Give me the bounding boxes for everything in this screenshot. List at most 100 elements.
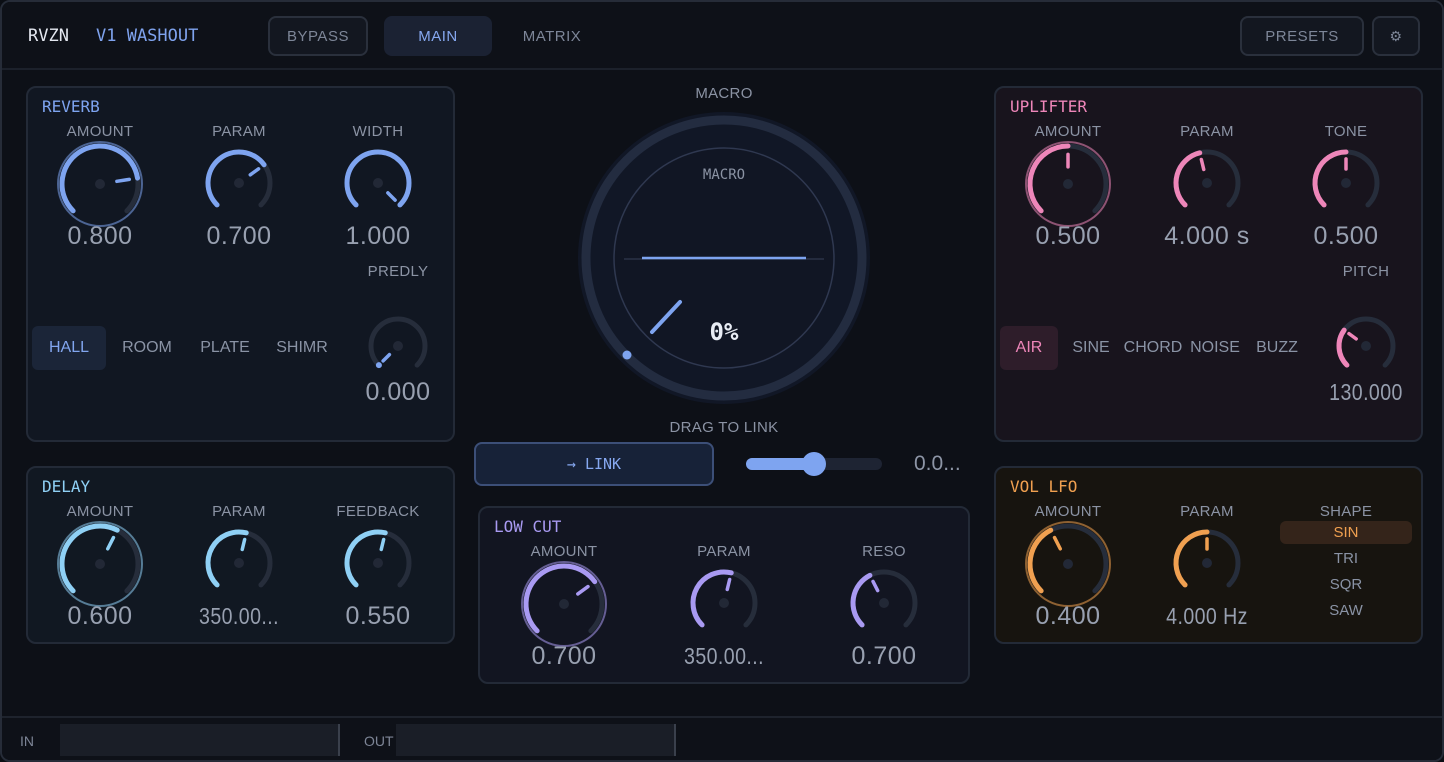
reverb-width-knob[interactable]: [342, 147, 414, 219]
plugin-window: RVZN V1 WASHOUT BYPASS MAIN MATRIX PRESE…: [0, 0, 1444, 762]
vol-lfo-param-knob[interactable]: [1171, 527, 1243, 599]
macro-knob[interactable]: [574, 108, 874, 408]
vol-lfo-amount-label: AMOUNT: [1034, 503, 1102, 520]
preset-name[interactable]: V1 WASHOUT: [96, 26, 198, 46]
knob-center: [234, 178, 244, 188]
uplifter-type-buzz[interactable]: BUZZ: [1248, 326, 1306, 370]
macro-label: MACRO: [695, 85, 753, 102]
vol-lfo-shape-label: SHAPE: [1319, 503, 1373, 520]
link-amount-slider[interactable]: [746, 452, 882, 476]
delay-param-knob[interactable]: [203, 527, 275, 599]
low-cut-reso-value: 0.700: [851, 642, 917, 670]
input-meter: [60, 724, 340, 756]
uplifter-amount-value: 0.500: [1035, 222, 1101, 250]
knob-center: [373, 178, 383, 188]
uplifter-param-knob[interactable]: [1171, 147, 1243, 219]
knob-value-arc: [1173, 150, 1203, 208]
low-cut-param-label: PARAM: [697, 543, 751, 560]
delay-param-value: 350.00...: [199, 603, 279, 629]
low-cut-amount-value: 0.700: [531, 642, 597, 670]
uplifter-pitch-knob[interactable]: [1334, 314, 1398, 378]
knob-pointer: [106, 535, 116, 551]
knob-value-arc: [523, 563, 598, 634]
reverb-type-shimr[interactable]: SHIMR: [267, 326, 337, 370]
vol-lfo-title: VOL LFO: [1010, 477, 1078, 496]
uplifter-type-air[interactable]: AIR: [1000, 326, 1058, 370]
low-cut-reso-knob[interactable]: [848, 567, 920, 639]
reverb-title: REVERB: [42, 97, 100, 116]
low-cut-title: LOW CUT: [494, 517, 562, 536]
knob-center: [1063, 179, 1073, 189]
bypass-button[interactable]: BYPASS: [268, 16, 368, 56]
uplifter-param-value: 4.000 s: [1164, 222, 1250, 250]
brand-logo: RVZN: [28, 26, 69, 46]
knob-center: [1202, 178, 1212, 188]
knob-value-arc: [1173, 529, 1210, 588]
knob-center: [1063, 559, 1073, 569]
lfo-shape-tri[interactable]: TRI: [1280, 547, 1412, 570]
lfo-shape-saw[interactable]: SAW: [1280, 599, 1412, 622]
knob-zero-dot: [375, 362, 382, 369]
knob-pointer: [1199, 157, 1206, 172]
delay-feedback-value: 0.550: [345, 602, 411, 630]
input-meter-label: IN: [20, 733, 34, 749]
uplifter-amount-knob[interactable]: [1024, 140, 1112, 228]
low-cut-param-knob[interactable]: [688, 567, 760, 639]
slider-thumb[interactable]: [802, 452, 826, 476]
tab-main[interactable]: MAIN: [384, 16, 492, 56]
reverb-param-knob[interactable]: [203, 147, 275, 219]
uplifter-tone-knob[interactable]: [1310, 147, 1382, 219]
knob-center: [95, 179, 105, 189]
uplifter-param-label: PARAM: [1180, 123, 1234, 140]
presets-button[interactable]: PRESETS: [1240, 16, 1364, 56]
low-cut-amount-label: AMOUNT: [530, 543, 598, 560]
knob-center: [1361, 341, 1371, 351]
lfo-shape-sqr[interactable]: SQR: [1280, 573, 1412, 596]
delay-param-label: PARAM: [212, 503, 266, 520]
knob-center: [1202, 558, 1212, 568]
knob-center: [879, 598, 889, 608]
delay-amount-label: AMOUNT: [66, 503, 134, 520]
uplifter-type-chord[interactable]: CHORD: [1122, 326, 1184, 370]
knob-pointer: [1052, 535, 1062, 551]
delay-amount-knob[interactable]: [56, 520, 144, 608]
settings-icon[interactable]: ⚙: [1372, 16, 1420, 56]
uplifter-title: UPLIFTER: [1010, 97, 1088, 116]
uplifter-type-noise[interactable]: NOISE: [1186, 326, 1244, 370]
knob-center: [719, 598, 729, 608]
uplifter-amount-label: AMOUNT: [1034, 123, 1102, 140]
knob-pointer: [115, 177, 132, 184]
top-bar: RVZN V1 WASHOUT BYPASS MAIN MATRIX PRESE…: [2, 2, 1442, 70]
reverb-type-room[interactable]: ROOM: [112, 326, 182, 370]
reverb-width-value: 1.000: [345, 222, 411, 250]
reverb-amount-knob[interactable]: [56, 140, 144, 228]
uplifter-pitch-label: PITCH: [1342, 263, 1390, 280]
reverb-predly-knob[interactable]: [366, 314, 430, 378]
knob-center: [559, 599, 569, 609]
delay-feedback-knob[interactable]: [342, 527, 414, 599]
reverb-param-value: 0.700: [206, 222, 272, 250]
link-button[interactable]: → LINK: [474, 442, 714, 486]
low-cut-amount-knob[interactable]: [520, 560, 608, 648]
knob-pointer: [381, 352, 392, 363]
low-cut-param-value: 350.00...: [684, 643, 764, 669]
macro-value: 0%: [709, 318, 739, 346]
uplifter-type-sine[interactable]: SINE: [1064, 326, 1118, 370]
knob-pointer: [576, 584, 590, 596]
knob-pointer: [871, 579, 880, 593]
macro-indicator-dot: [622, 350, 632, 360]
reverb-type-plate[interactable]: PLATE: [190, 326, 260, 370]
tab-matrix[interactable]: MATRIX: [502, 16, 602, 56]
reverb-type-hall[interactable]: HALL: [32, 326, 106, 370]
vol-lfo-amount-knob[interactable]: [1024, 520, 1112, 608]
vol-lfo-param-label: PARAM: [1180, 503, 1234, 520]
reverb-amount-value: 0.800: [67, 222, 133, 250]
reverb-param-label: PARAM: [212, 123, 266, 140]
uplifter-tone-label: TONE: [1324, 123, 1368, 140]
knob-pointer: [1347, 331, 1358, 341]
lfo-shape-sin[interactable]: SIN: [1280, 521, 1412, 544]
reverb-width-label: WIDTH: [352, 123, 404, 140]
reverb-predly-label: PREDLY: [367, 263, 429, 280]
drag-to-link-hint: DRAG TO LINK: [669, 419, 779, 436]
knob-center: [95, 559, 105, 569]
